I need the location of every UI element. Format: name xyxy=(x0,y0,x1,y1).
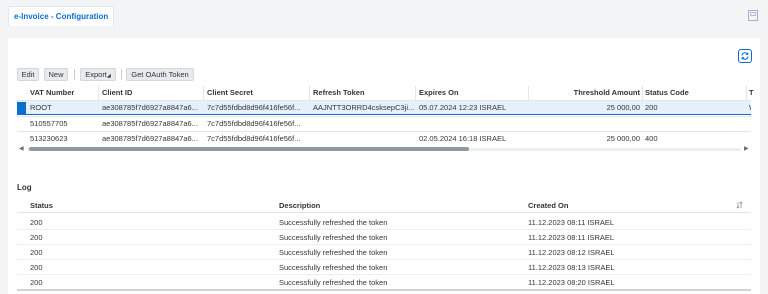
column-divider xyxy=(528,86,529,100)
log-cell-created-on: 11.12.2023 08:13 ISRAEL xyxy=(528,263,615,272)
row-selector[interactable] xyxy=(17,102,26,115)
log-cell-description: Successfully refreshed the token xyxy=(279,278,388,287)
log-row[interactable]: 200 Successfully refreshed the token 11.… xyxy=(17,215,751,230)
cell-expires-on xyxy=(419,117,527,131)
log-cell-created-on: 11.12.2023 08:12 ISRAEL xyxy=(528,248,615,257)
window-icon[interactable] xyxy=(748,10,758,21)
cell-vat-number: 513230623 xyxy=(30,134,68,143)
cell-client-id: ae308785f7d6927a8847a6... xyxy=(102,103,198,112)
tab-e-invoice-configuration[interactable]: e-Invoice - Configuration xyxy=(8,6,115,26)
horizontal-scrollbar[interactable]: ◀ ▶ xyxy=(17,146,751,152)
column-header-threshold-amount[interactable]: Threshold Amount xyxy=(532,86,640,100)
tab-bar: e-Invoice - Configuration xyxy=(0,0,768,32)
table-header: VAT Number Client ID Client Secret Refre… xyxy=(17,86,754,100)
log-cell-status: 200 xyxy=(30,248,43,257)
cell-client-id: ae308785f7d6927a8847a6... xyxy=(102,119,198,128)
log-cell-description: Successfully refreshed the token xyxy=(279,218,388,227)
log-cell-created-on: 11.12.2023 08:11 ISRAEL xyxy=(528,218,615,227)
cell-expires-on: 05.07.2024 12:23 ISRAEL xyxy=(419,103,507,112)
log-table-header: Status Description Created On xyxy=(17,198,751,213)
column-header-expires-on[interactable]: Expires On xyxy=(419,86,459,100)
column-header-client-id[interactable]: Client ID xyxy=(102,86,132,100)
table-row[interactable]: ROOT ae308785f7d6927a8847a6... 7c7d55fdb… xyxy=(17,100,751,115)
log-cell-description: Successfully refreshed the token xyxy=(279,248,388,257)
export-label: Export xyxy=(85,70,107,79)
log-row[interactable]: 200 Successfully refreshed the token 11.… xyxy=(17,260,751,275)
column-header-refresh-token[interactable]: Refresh Token xyxy=(313,86,365,100)
cell-vat-number: 510557705 xyxy=(30,119,68,128)
log-cell-status: 200 xyxy=(30,233,43,242)
log-section-title: Log xyxy=(17,183,32,192)
log-row[interactable]: 200 Successfully refreshed the token 11.… xyxy=(17,245,751,260)
log-row[interactable]: 200 Successfully refreshed the token 11.… xyxy=(17,230,751,245)
cell-client-secret: 7c7d55fdbd8d96f416fe56f... xyxy=(207,103,301,112)
table-row[interactable]: 513230623 ae308785f7d6927a8847a6... 7c7d… xyxy=(17,131,751,146)
cell-status-code: 400 xyxy=(645,134,658,143)
column-header-vat-number[interactable]: VAT Number xyxy=(30,86,74,100)
table-row[interactable]: 510557705 ae308785f7d6927a8847a6... 7c7d… xyxy=(17,116,751,131)
log-cell-status: 200 xyxy=(30,278,43,287)
column-header-created-on[interactable]: Created On xyxy=(528,198,568,213)
cell-threshold-amount: 25 000,00 xyxy=(606,103,640,112)
cell-vat-number: ROOT xyxy=(30,103,52,112)
toolbar-separator xyxy=(121,69,122,80)
column-header-t[interactable]: T xyxy=(749,86,754,100)
cell-status-code: 200 xyxy=(645,103,658,112)
cell-refresh-token: AAJNTT3ORRD4csksepC3ji... xyxy=(313,103,414,112)
get-oauth-token-button[interactable]: Get OAuth Token xyxy=(126,68,194,81)
cell-expires-on: 02.05.2024 16:18 ISRAEL xyxy=(419,134,507,143)
scroll-left-icon[interactable]: ◀ xyxy=(19,146,24,152)
column-divider xyxy=(642,86,643,100)
cell-threshold-amount: 25 000,00 xyxy=(606,134,640,143)
column-divider xyxy=(98,86,99,100)
cell-threshold-amount xyxy=(532,117,640,131)
log-cell-created-on: 11.12.2023 08:20 ISRAEL xyxy=(528,278,615,287)
log-cell-status: 200 xyxy=(30,218,43,227)
log-row[interactable]: 200 Successfully refreshed the token 11.… xyxy=(17,275,751,290)
column-header-status-code[interactable]: Status Code xyxy=(645,86,689,100)
log-cell-description: Successfully refreshed the token xyxy=(279,233,388,242)
refresh-icon[interactable] xyxy=(738,49,752,63)
column-divider xyxy=(309,86,310,100)
column-header-description[interactable]: Description xyxy=(279,198,320,213)
column-header-client-secret[interactable]: Client Secret xyxy=(207,86,253,100)
column-header-status[interactable]: Status xyxy=(30,198,53,213)
toolbar-separator xyxy=(74,69,75,80)
column-divider xyxy=(415,86,416,100)
log-table-bottom-border xyxy=(17,289,751,291)
cell-client-secret: 7c7d55fdbd8d96f416fe56f... xyxy=(207,134,301,143)
new-button[interactable]: New xyxy=(44,68,68,81)
cell-client-id: ae308785f7d6927a8847a6... xyxy=(102,134,198,143)
column-divider xyxy=(203,86,204,100)
edit-button[interactable]: Edit xyxy=(17,68,39,81)
log-cell-created-on: 11.12.2023 08:11 ISRAEL xyxy=(528,233,615,242)
log-cell-status: 200 xyxy=(30,263,43,272)
scrollbar-thumb[interactable] xyxy=(29,147,469,151)
log-cell-description: Successfully refreshed the token xyxy=(279,263,388,272)
cell-t: W xyxy=(749,101,751,115)
cell-client-secret: 7c7d55fdbd8d96f416fe56f... xyxy=(207,119,301,128)
column-divider xyxy=(746,86,747,100)
cell-refresh-token xyxy=(313,117,414,131)
sort-icon[interactable] xyxy=(736,201,743,209)
scroll-right-icon[interactable]: ▶ xyxy=(744,146,749,152)
export-button[interactable]: Export◢ xyxy=(80,68,116,81)
cell-refresh-token xyxy=(313,132,414,146)
dropdown-icon: ◢ xyxy=(106,73,111,79)
